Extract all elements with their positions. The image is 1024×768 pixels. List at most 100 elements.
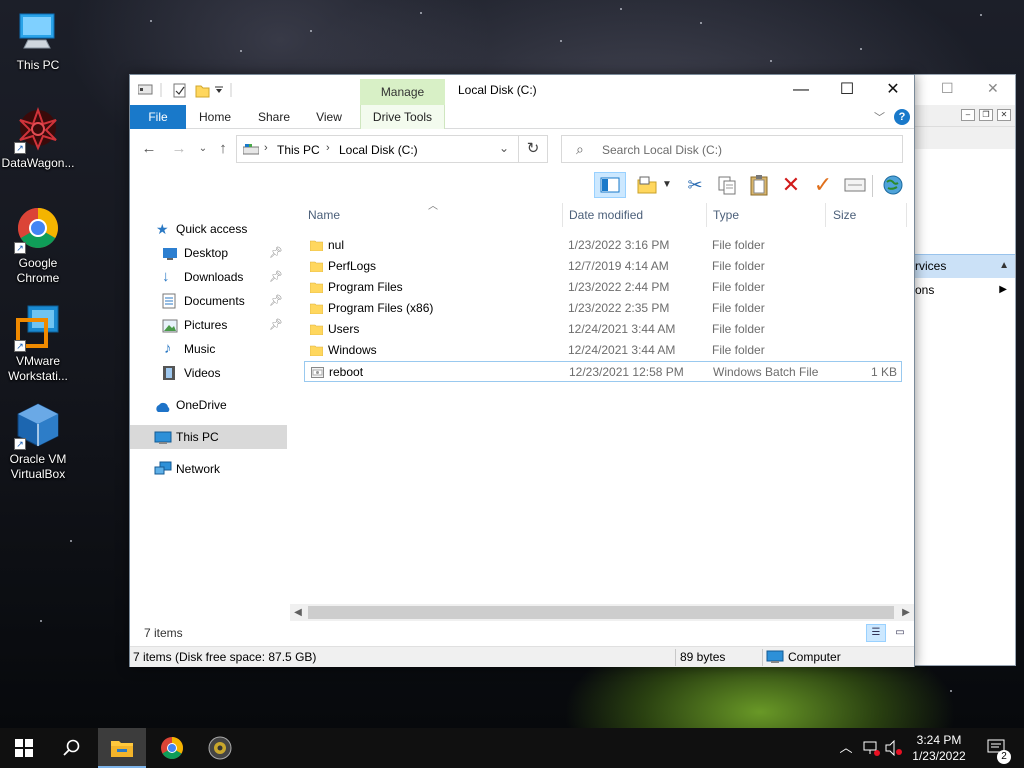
file-row[interactable]: reboot 12/23/2021 12:58 PM Windows Batch… — [304, 361, 902, 382]
large-icons-view-icon: ▭ — [895, 627, 905, 638]
breadcrumb-separator-icon[interactable]: › — [264, 142, 268, 154]
desktop-icon-this-pc[interactable]: This PC — [0, 8, 76, 73]
desktop-icon-vmware[interactable]: ↗ VMware Workstati... — [0, 304, 76, 384]
column-header-date-modified[interactable]: Date modified — [569, 203, 643, 227]
recent-locations-button[interactable]: ⌄ — [194, 139, 212, 159]
pin-icon[interactable]: 📌︎ — [269, 241, 283, 265]
back-button[interactable]: ← — [140, 139, 158, 159]
file-row[interactable]: Program Files 1/23/2022 2:44 PM File fol… — [304, 277, 902, 298]
list-item[interactable]: ons ▶ — [913, 279, 1015, 301]
chevron-right-icon[interactable]: ▶ — [999, 279, 1007, 301]
preview-pane-button[interactable] — [594, 172, 626, 198]
properties-button[interactable] — [842, 172, 868, 198]
maximize-button[interactable]: ☐ — [824, 75, 870, 105]
nav-item-downloads[interactable]: ↓ Downloads 📌︎ — [130, 265, 287, 289]
file-type: Windows Batch File — [713, 365, 819, 379]
nav-item-network[interactable]: Network — [130, 457, 287, 481]
file-row[interactable]: PerfLogs 12/7/2019 4:14 AM File folder — [304, 256, 902, 277]
background-window-titlebar[interactable]: ☐ ✕ — [913, 75, 1015, 105]
taskbar-chrome[interactable] — [148, 728, 196, 768]
help-button[interactable]: ? — [894, 109, 910, 125]
file-row[interactable]: Windows 12/24/2021 3:44 AM File folder — [304, 340, 902, 361]
minimize-icon[interactable]: – — [961, 109, 975, 121]
details-view-button[interactable]: ☰ — [866, 624, 886, 642]
column-header-type[interactable]: Type — [713, 203, 739, 227]
list-item[interactable]: rvices ▲ — [913, 254, 1015, 278]
address-dropdown-icon[interactable]: ⌄ — [499, 141, 509, 155]
titlebar[interactable]: Manage Local Disk (C:) — ☐ ✕ — [130, 75, 914, 105]
notification-center-button[interactable]: 2 — [982, 728, 1012, 768]
address-bar[interactable]: › This PC › Local Disk (C:) ⌄ — [236, 135, 546, 163]
nav-item-music[interactable]: ♪ Music — [130, 337, 287, 361]
desktop-icon-google-chrome[interactable]: ↗ Google Chrome — [0, 206, 76, 286]
cut-button[interactable]: ✂ — [682, 172, 708, 198]
delete-button[interactable]: ✕ — [778, 172, 804, 198]
taskbar-app-3[interactable] — [196, 728, 244, 768]
new-folder-button[interactable] — [634, 172, 660, 198]
scroll-right-icon[interactable]: ▶ — [898, 604, 914, 621]
pin-icon[interactable]: 📌︎ — [269, 289, 283, 313]
large-icons-view-button[interactable]: ▭ — [890, 624, 910, 642]
desktop-icon-virtualbox[interactable]: ↗ Oracle VM VirtualBox — [0, 402, 76, 482]
tab-home[interactable]: Home — [192, 105, 238, 129]
nav-item-videos[interactable]: Videos — [130, 361, 287, 385]
nav-item-this-pc[interactable]: This PC — [130, 425, 287, 449]
close-button[interactable]: ✕ — [870, 75, 916, 105]
taskbar-clock[interactable]: 3:24 PM 1/23/2022 — [904, 732, 974, 764]
new-folder-dropdown[interactable]: ▼ — [660, 172, 674, 198]
tab-file[interactable]: File — [130, 105, 186, 129]
scrollbar-thumb[interactable] — [308, 606, 894, 619]
file-row[interactable]: Users 12/24/2021 3:44 AM File folder — [304, 319, 902, 340]
column-separator[interactable] — [825, 203, 826, 227]
search-box[interactable]: ⌕ Search Local Disk (C:) — [561, 135, 903, 163]
paste-button[interactable] — [746, 172, 772, 198]
breadcrumb-this-pc[interactable]: This PC — [277, 143, 320, 157]
search-button[interactable] — [48, 728, 96, 768]
network-globe-button[interactable] — [880, 172, 906, 198]
background-window[interactable]: ☐ ✕ – ❐ ✕ rvices ▲ ons ▶ — [912, 74, 1016, 666]
column-separator[interactable] — [562, 203, 563, 227]
desktop-icon-datawagon[interactable]: ↗ DataWagon... — [0, 106, 76, 171]
scissors-icon: ✂ — [687, 175, 703, 195]
maximize-icon[interactable]: ☐ — [941, 80, 954, 97]
breadcrumb-separator-icon[interactable]: › — [326, 142, 330, 154]
column-header-name[interactable]: Name — [308, 203, 340, 227]
scroll-left-icon[interactable]: ◀ — [290, 604, 306, 621]
nav-item-quick-access[interactable]: ★ Quick access — [130, 217, 287, 241]
forward-button[interactable]: → — [170, 139, 188, 159]
help-icon: ? — [898, 111, 906, 123]
file-row[interactable]: Program Files (x86) 1/23/2022 2:35 PM Fi… — [304, 298, 902, 319]
restore-icon[interactable]: ❐ — [979, 109, 993, 121]
close-icon[interactable]: ✕ — [997, 109, 1011, 121]
tab-view[interactable]: View — [308, 105, 350, 129]
tab-drive-tools[interactable]: Drive Tools — [360, 105, 445, 129]
tab-share[interactable]: Share — [250, 105, 298, 129]
column-header-size[interactable]: Size — [833, 203, 856, 227]
nav-item-documents[interactable]: Documents 📌︎ — [130, 289, 287, 313]
nav-item-desktop[interactable]: Desktop 📌︎ — [130, 241, 287, 265]
volume-tray-button[interactable] — [884, 728, 904, 768]
expand-up-icon[interactable]: ▲ — [999, 255, 1009, 277]
refresh-button[interactable]: ↻ — [518, 135, 548, 163]
file-explorer-window[interactable]: Manage Local Disk (C:) — ☐ ✕ File Home S… — [129, 74, 915, 667]
pin-icon[interactable]: 📌︎ — [269, 265, 283, 289]
rename-button[interactable]: ✓ — [810, 172, 836, 198]
minimize-button[interactable]: — — [778, 75, 824, 105]
breadcrumb-local-disk[interactable]: Local Disk (C:) — [339, 143, 418, 157]
taskbar-file-explorer[interactable] — [98, 728, 146, 768]
network-tray-button[interactable] — [860, 728, 882, 768]
start-button[interactable] — [0, 728, 48, 768]
nav-item-pictures[interactable]: Pictures 📌︎ — [130, 313, 287, 337]
close-icon[interactable]: ✕ — [987, 80, 999, 97]
file-row[interactable]: nul 1/23/2022 3:16 PM File folder — [304, 235, 902, 256]
horizontal-scrollbar[interactable]: ◀ ▶ — [290, 604, 914, 621]
show-hidden-icons-button[interactable]: ︿ — [836, 728, 856, 768]
column-separator[interactable] — [706, 203, 707, 227]
up-button[interactable]: ↑ — [214, 139, 232, 159]
pin-icon[interactable]: 📌︎ — [269, 313, 283, 337]
nav-item-onedrive[interactable]: OneDrive — [130, 393, 287, 417]
expand-ribbon-icon[interactable]: ﹀ — [874, 109, 885, 125]
copy-button[interactable] — [714, 172, 740, 198]
column-separator[interactable] — [906, 203, 907, 227]
search-input[interactable]: Search Local Disk (C:) — [602, 143, 722, 157]
